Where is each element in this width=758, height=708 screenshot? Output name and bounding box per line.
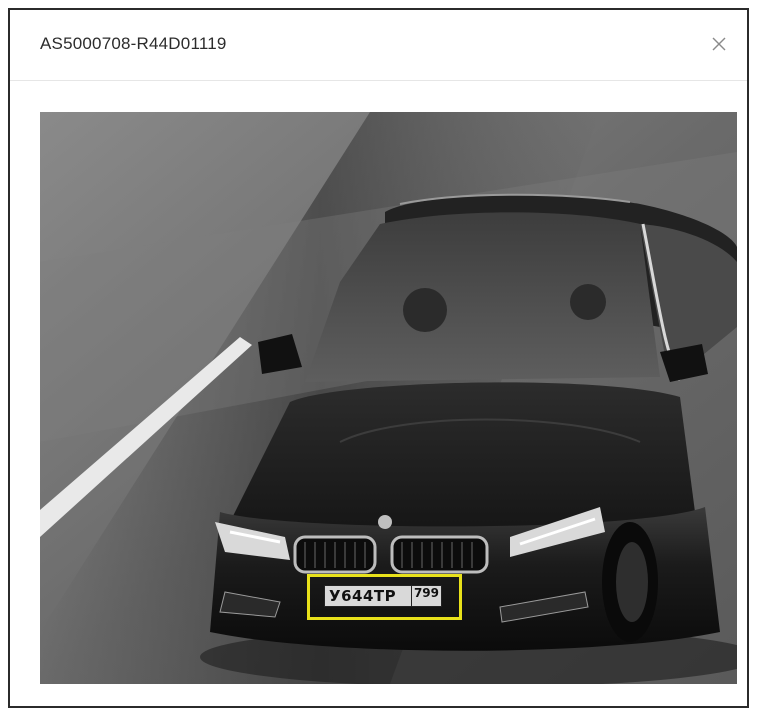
plate-number: У644ТР xyxy=(329,587,397,605)
dialog-title: AS5000708-R44D01119 xyxy=(40,34,227,53)
plate-region: 799 xyxy=(410,586,441,606)
dialog-header: AS5000708-R44D01119 xyxy=(10,10,747,81)
close-icon xyxy=(712,37,726,51)
close-button[interactable] xyxy=(705,30,733,58)
photo-container: У644ТР 799 xyxy=(40,112,737,684)
license-plate: У644ТР 799 xyxy=(324,585,442,607)
photo-dialog: AS5000708-R44D01119 У644ТР 799 xyxy=(8,8,749,708)
plate-highlight-box: У644ТР 799 xyxy=(307,574,462,620)
